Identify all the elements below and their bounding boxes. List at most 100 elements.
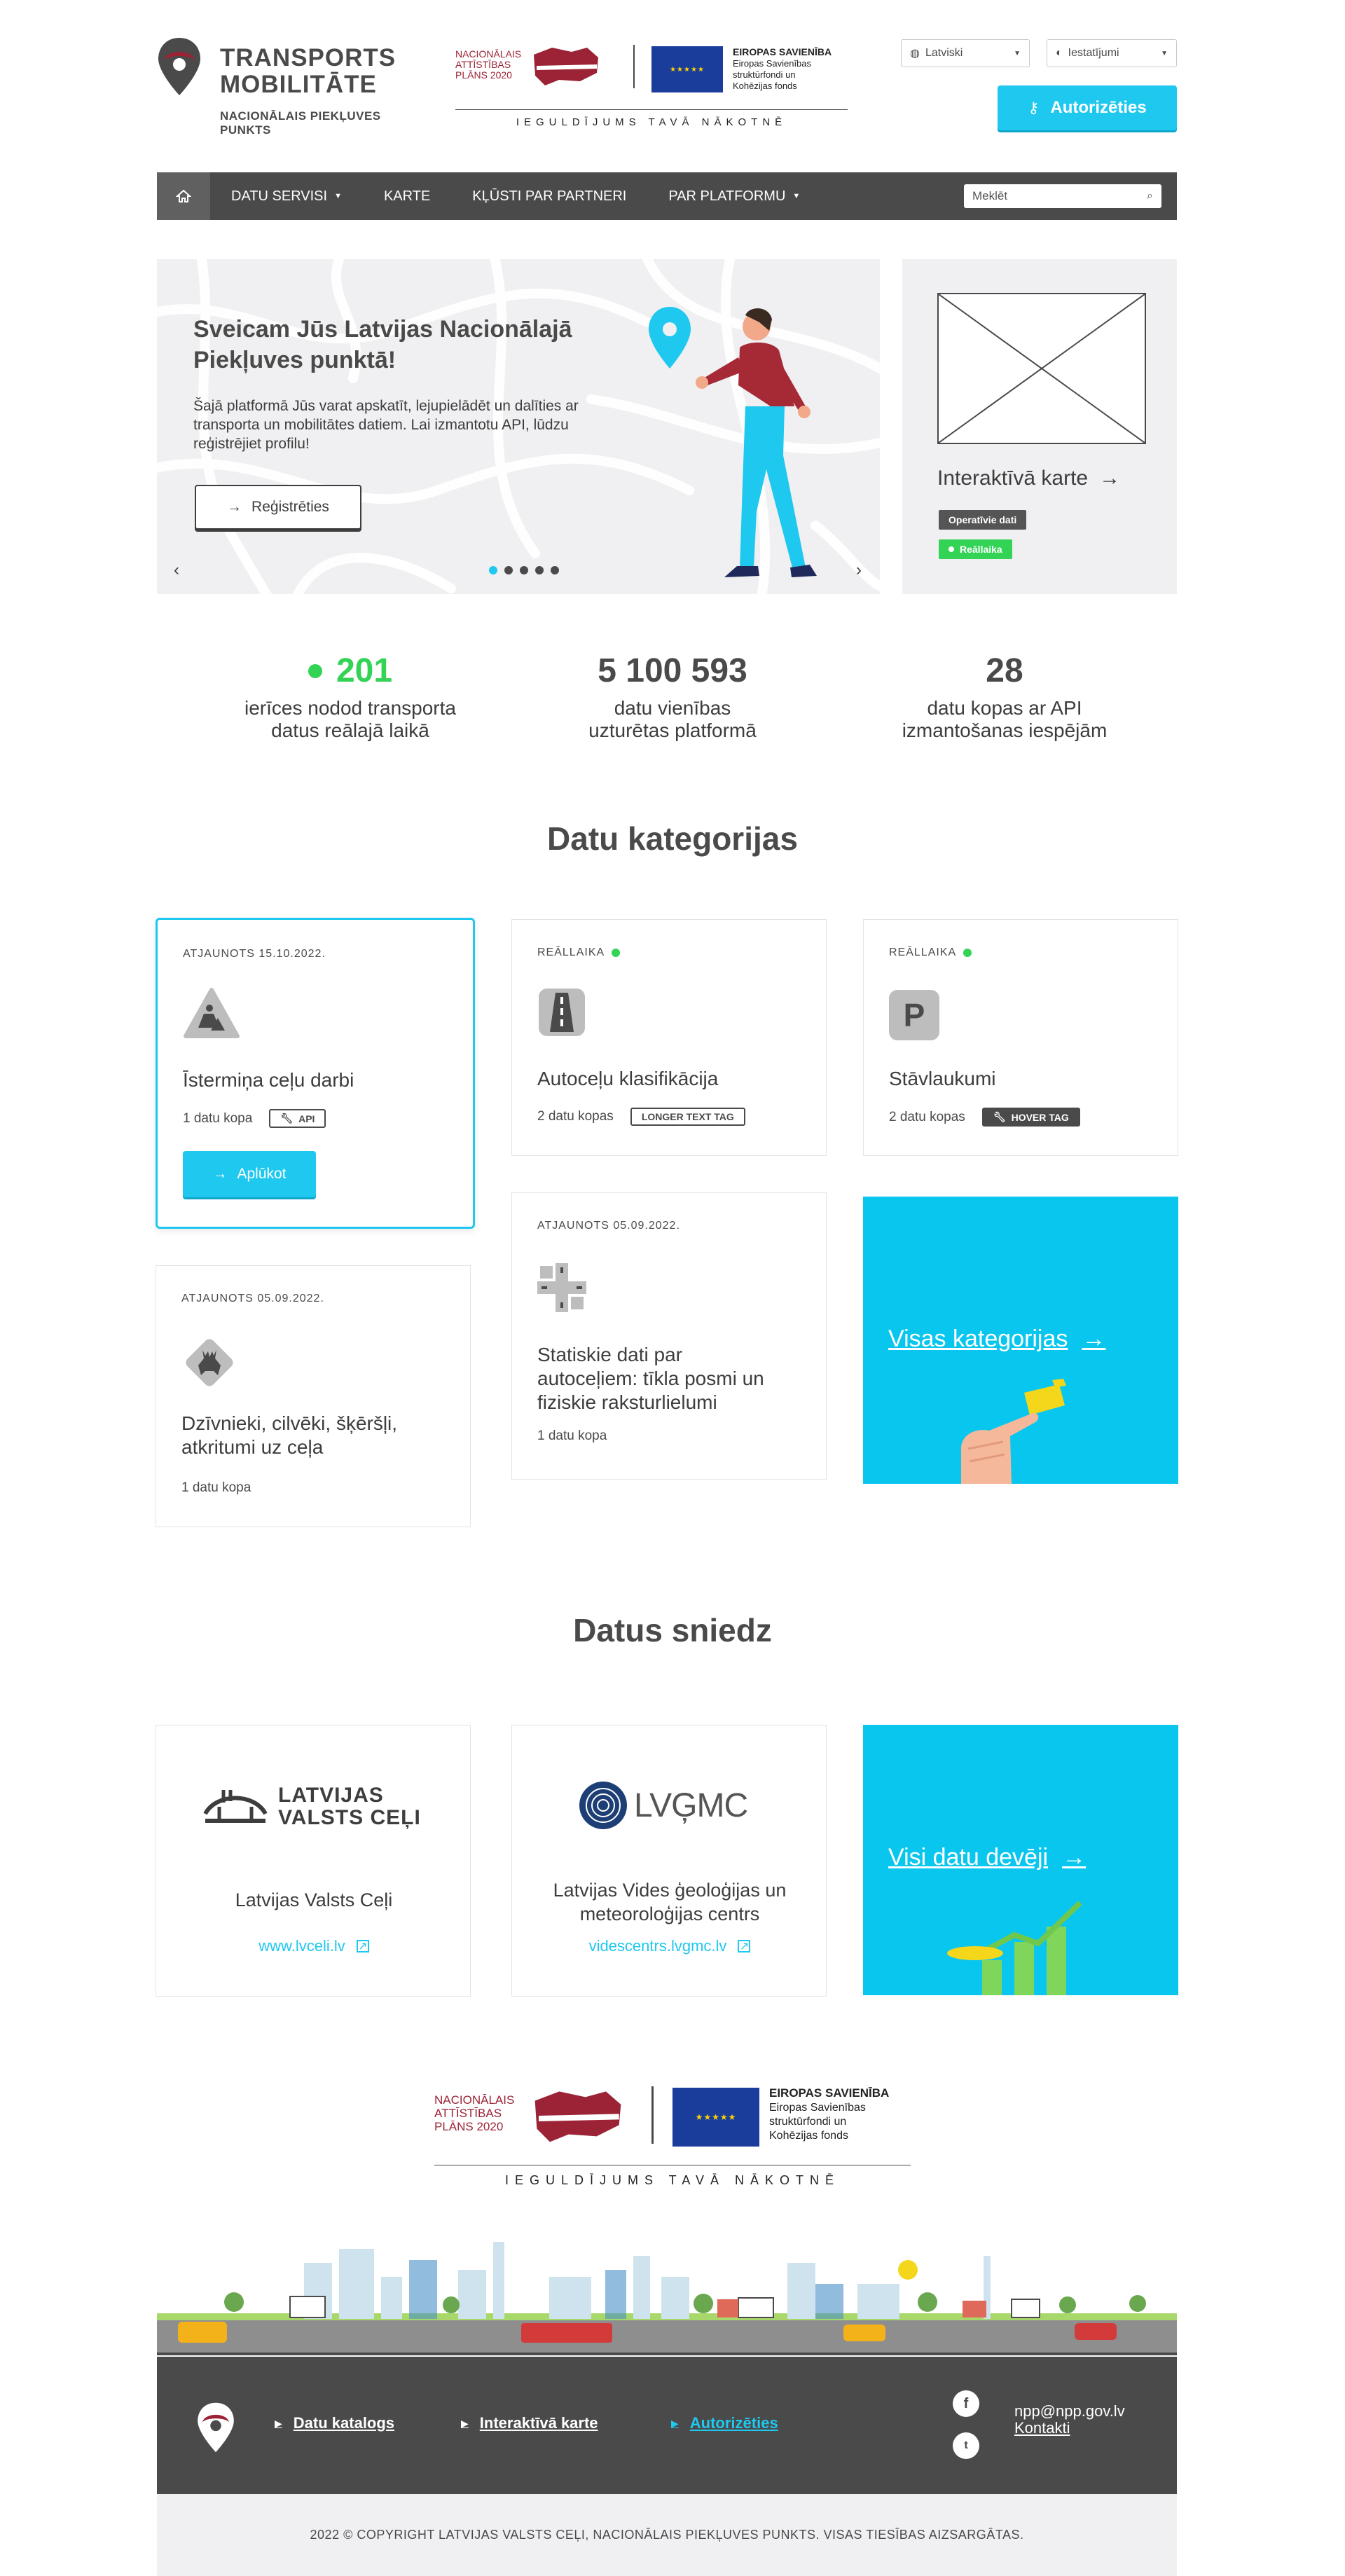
stat-label-line2: datus reālajā laikā bbox=[271, 719, 429, 741]
logo-subtitle-line2: PUNKTS bbox=[220, 123, 271, 137]
triangle-right-icon: ▶ bbox=[671, 2417, 679, 2429]
stat-label-line2: uzturētas platformā bbox=[588, 719, 757, 741]
view-button[interactable]: → Aplūkot bbox=[183, 1151, 316, 1197]
providers-title: Datus sniedz bbox=[573, 1612, 772, 1648]
nav-klusti-par-partneri[interactable]: KĻŪSTI PAR PARTNERI bbox=[451, 172, 647, 220]
carousel-prev-button[interactable]: ‹ bbox=[174, 560, 179, 580]
interactive-map-card[interactable]: Interaktīvā karte → Operatīvie dati Reāl… bbox=[902, 259, 1177, 594]
wrench-icon: 🔧︎ bbox=[993, 1111, 1006, 1122]
twitter-icon[interactable]: t bbox=[953, 2432, 979, 2459]
chevron-down-icon: ▼ bbox=[792, 192, 801, 200]
carousel-dot-4[interactable] bbox=[535, 566, 544, 574]
card-realtime-label: REĀLLAIKA bbox=[889, 946, 957, 958]
provider-link[interactable]: videscentrs.lvgmc.lv ↗ bbox=[512, 1937, 827, 1955]
settings-select[interactable]: ◐ Iestatījumi ▼ bbox=[1047, 39, 1177, 67]
card-updated-label: ATJAUNOTS 05.09.2022. bbox=[181, 1293, 324, 1304]
latvia-map-icon bbox=[534, 2091, 621, 2142]
card-realtime-label: REĀLLAIKA bbox=[537, 946, 605, 958]
provider-name: Latvijas Vides ģeoloģijas un meteoroloģi… bbox=[553, 1880, 787, 1924]
wrench-icon: 🔧︎ bbox=[280, 1113, 294, 1124]
api-tag: 🔧︎ API bbox=[269, 1109, 326, 1128]
footer-link-interactive-map[interactable]: ▶ Interaktīvā karte bbox=[461, 2414, 598, 2432]
nav-karte[interactable]: KARTE bbox=[363, 172, 451, 220]
copyright-bar: 2022 © COPYRIGHT LATVIJAS VALSTS CEĻI, N… bbox=[157, 2494, 1177, 2576]
parking-icon: P bbox=[889, 990, 939, 1040]
eu-title: EIROPAS SAVIENĪBA bbox=[733, 46, 832, 57]
category-card-obstacles[interactable]: ATJAUNOTS 05.09.2022. Dzīvnieki, cilvēki… bbox=[156, 1265, 471, 1527]
footer-email[interactable]: npp@npp.gov.lv bbox=[1014, 2403, 1125, 2420]
category-card-road-works[interactable]: ATJAUNOTS 15.10.2022. Īstermiņa ceļu dar… bbox=[156, 918, 475, 1229]
carousel-dot-5[interactable] bbox=[551, 566, 559, 574]
key-icon: ⚷ bbox=[1028, 99, 1040, 116]
all-categories-card[interactable]: Visas kategorijas → bbox=[863, 1197, 1178, 1484]
tag-operative-data: Operatīvie dati bbox=[939, 510, 1027, 530]
eu-slogan: IEGULDĪJUMS TAVĀ NĀKOTNĒ bbox=[516, 116, 787, 128]
external-link-icon: ↗ bbox=[356, 1940, 369, 1952]
footer-link-login[interactable]: ▶ Autorizēties bbox=[671, 2414, 778, 2432]
footer-logo-icon[interactable] bbox=[196, 2402, 235, 2453]
dataset-count: 1 datu kopa bbox=[183, 1110, 253, 1126]
provider-card-lvgmc[interactable]: LVĢMC Latvijas Vides ģeoloģijas un meteo… bbox=[511, 1725, 827, 1997]
chevron-down-icon: ▼ bbox=[1161, 49, 1168, 57]
dataset-count: 2 datu kopas bbox=[537, 1109, 614, 1124]
eu-line3: Kohēzijas fonds bbox=[733, 81, 797, 91]
facebook-icon[interactable]: f bbox=[953, 2390, 979, 2417]
all-providers-link[interactable]: Visi datu devēji bbox=[888, 1844, 1048, 1871]
logo-title-line1: TRANSPORTS bbox=[220, 44, 396, 71]
all-providers-card[interactable]: Visi datu devēji → bbox=[863, 1725, 1178, 1995]
category-card-road-classification[interactable]: REĀLLAIKA Autoceļu klasifikācija 2 datu … bbox=[511, 919, 827, 1156]
stat-devices: 201 ierīces nodod transporta datus reāla… bbox=[196, 652, 504, 742]
search-input[interactable]: Meklēt ⌕ bbox=[964, 184, 1161, 208]
provider-card-lvc[interactable]: LATVIJAS VALSTS CEĻI Latvijas Valsts Ceļ… bbox=[156, 1725, 471, 1997]
stat-label-line1: datu vienības bbox=[614, 697, 731, 719]
contrast-icon: ◐ bbox=[1056, 47, 1063, 59]
eu-line1: Eiropas Savienības bbox=[733, 58, 812, 69]
provider-name: Latvijas Valsts Ceļi bbox=[235, 1889, 393, 1910]
eu-line3: Kohēzijas fonds bbox=[769, 2130, 848, 2142]
stat-value: 201 bbox=[336, 652, 393, 689]
eu-flag: ★★★★★ bbox=[672, 2088, 759, 2147]
carousel-dot-1[interactable] bbox=[489, 566, 497, 574]
hover-tag[interactable]: 🔧︎ HOVER TAG bbox=[981, 1108, 1080, 1127]
login-button[interactable]: ⚷ Autorizēties bbox=[998, 85, 1177, 130]
carousel-dot-2[interactable] bbox=[504, 566, 513, 574]
hero-carousel: Sveicam Jūs Latvijas Nacionālajā Piekļuv… bbox=[157, 259, 880, 594]
register-button[interactable]: → Reģistrēties bbox=[195, 485, 361, 530]
main-navigation: DATU SERVISI ▼ KARTE KĻŪSTI PAR PARTNERI … bbox=[157, 172, 1177, 220]
provider-link[interactable]: www.lvceli.lv ↗ bbox=[156, 1937, 471, 1955]
language-select[interactable]: ◍ Latviski ▼ bbox=[901, 39, 1030, 67]
all-categories-link[interactable]: Visas kategorijas bbox=[888, 1325, 1068, 1353]
latvia-map-icon bbox=[534, 48, 598, 85]
nav-par-platformu[interactable]: PAR PLATFORMU ▼ bbox=[647, 172, 821, 220]
stat-value: 28 bbox=[986, 652, 1023, 689]
lvc-logo: LATVIJAS VALSTS CEĻI bbox=[202, 1784, 421, 1829]
stat-value: 5 100 593 bbox=[598, 652, 747, 689]
nap-line3: PLĀNS 2020 bbox=[455, 69, 512, 81]
nav-home[interactable] bbox=[157, 172, 210, 220]
stat-label-line1: ierīces nodod transporta bbox=[244, 697, 456, 719]
card-title: Īstermiņa ceļu darbi bbox=[183, 1069, 354, 1091]
footer-contacts-link[interactable]: Kontakti bbox=[1014, 2420, 1125, 2437]
nav-datu-servisi[interactable]: DATU SERVISI ▼ bbox=[210, 172, 363, 220]
category-card-static-road-data[interactable]: ATJAUNOTS 05.09.2022. Statiskie dati par… bbox=[511, 1192, 827, 1480]
card-updated-label: ATJAUNOTS 05.09.2022. bbox=[537, 1220, 680, 1232]
dataset-count: 1 datu kopa bbox=[537, 1428, 607, 1443]
carousel-dot-3[interactable] bbox=[520, 566, 528, 574]
eu-flag: ★★★★★ bbox=[651, 46, 723, 92]
stat-api-datasets: 28 datu kopas ar API izmantošanas iespēj… bbox=[850, 652, 1159, 742]
card-updated-label: ATJAUNOTS 15.10.2022. bbox=[183, 948, 326, 960]
live-dot-icon bbox=[949, 546, 954, 552]
eu-line2: struktūrfondi un bbox=[733, 69, 796, 80]
arrow-right-icon: → bbox=[1082, 1325, 1106, 1352]
nap-line1: NACIONĀLAIS bbox=[455, 48, 522, 60]
card-title: Statiskie dati par autoceļiem: tīkla pos… bbox=[537, 1344, 764, 1413]
category-card-parking[interactable]: REĀLLAIKA P Stāvlaukumi 2 datu kopas 🔧︎ … bbox=[863, 919, 1178, 1156]
site-logo[interactable]: TRANSPORTS MOBILITĀTE NACIONĀLAIS PIEKĻU… bbox=[157, 36, 416, 142]
cityscape-illustration bbox=[157, 2242, 1177, 2355]
card-title: Stāvlaukumi bbox=[889, 1068, 996, 1089]
search-icon[interactable]: ⌕ bbox=[1147, 190, 1153, 202]
footer-link-data-catalog[interactable]: ▶ Datu katalogs bbox=[275, 2414, 394, 2432]
hand-folder-illustration bbox=[961, 1379, 1066, 1484]
carousel-next-button[interactable]: › bbox=[856, 560, 862, 580]
arrow-right-icon: → bbox=[212, 1166, 228, 1182]
